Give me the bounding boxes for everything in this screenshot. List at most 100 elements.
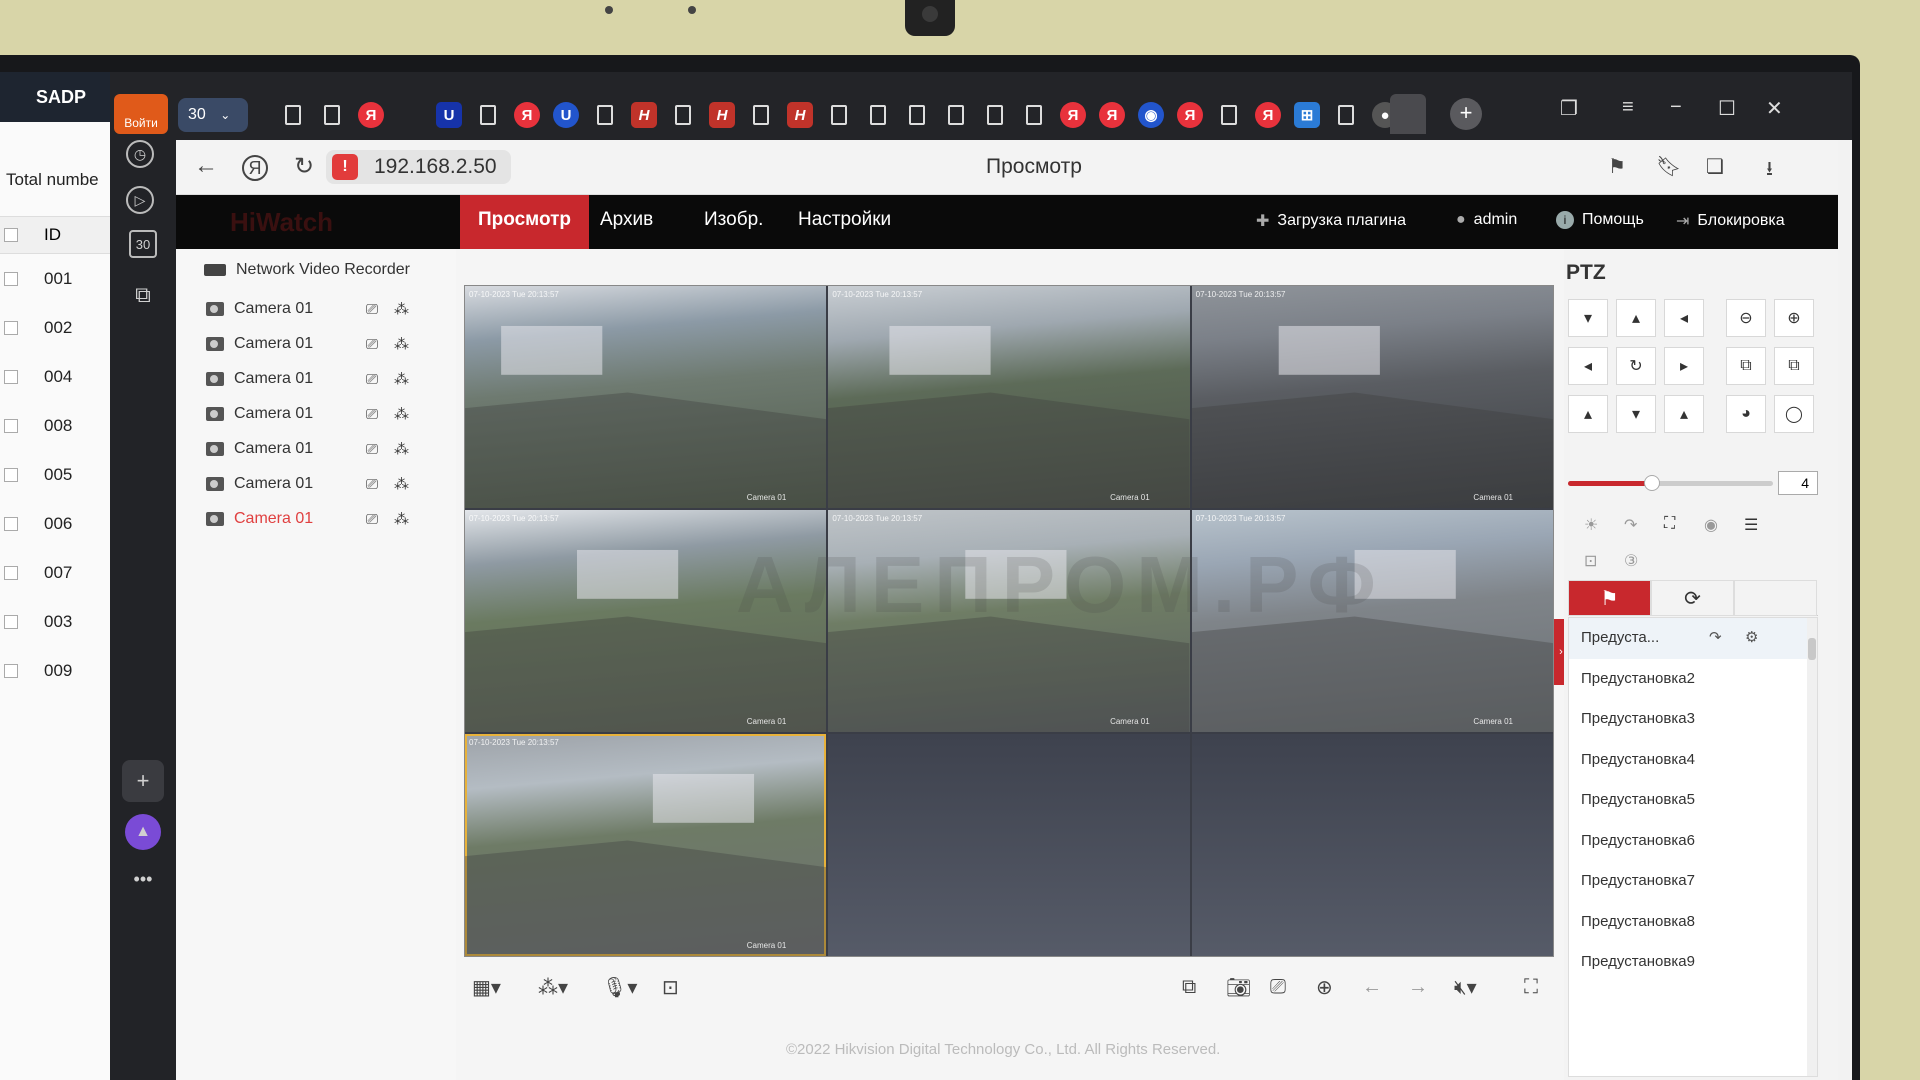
tab-windows-icon[interactable]: ⊞	[1294, 102, 1320, 128]
sadp-device-row[interactable]: 002	[0, 303, 110, 352]
video-tile[interactable]: 07-10-2023 Tue 20:13:57 Camera 01	[465, 734, 827, 956]
tab-document-icon[interactable]	[675, 105, 691, 125]
warning-icon[interactable]: !	[332, 154, 358, 180]
preset-item[interactable]: Предустановка2	[1569, 659, 1817, 700]
pan-up-icon[interactable]: ▴	[1616, 299, 1656, 337]
camera-item[interactable]: Camera 01 ⎚ ⁂	[206, 505, 426, 533]
help-link[interactable]: i Помощь	[1556, 211, 1644, 229]
play-icon[interactable]: ▷	[126, 186, 154, 214]
select-all-checkbox[interactable]	[4, 228, 18, 242]
rail-badge-icon[interactable]: 30	[129, 230, 157, 258]
extension-icon[interactable]: ⚑	[1608, 154, 1626, 179]
tab-presets[interactable]: ⚑	[1568, 580, 1651, 616]
next-icon[interactable]: →	[1408, 976, 1428, 999]
tab-document-icon[interactable]	[870, 105, 886, 125]
tab-document-icon[interactable]	[831, 105, 847, 125]
iris-open-icon[interactable]: ◕	[1726, 395, 1766, 433]
more-icon[interactable]: •••	[126, 862, 160, 896]
record-icon[interactable]: ⎚	[1270, 976, 1286, 999]
light-icon[interactable]: ☀	[1584, 515, 1598, 535]
bookmark-icon[interactable]: 🔖︎	[1656, 154, 1681, 179]
row-checkbox[interactable]	[4, 467, 18, 482]
record-icon[interactable]: ⎚	[366, 371, 378, 388]
preset-item[interactable]: Предуста... ↷ ⚙	[1569, 618, 1817, 659]
tab-patrol[interactable]: ⟳	[1651, 580, 1734, 616]
video-tile[interactable]: 07-10-2023 Tue 20:13:57 Camera 01	[828, 286, 1190, 508]
record-icon[interactable]: ⎚	[366, 336, 378, 353]
wiper-icon[interactable]: ↷	[1624, 515, 1637, 535]
sadp-device-row[interactable]: 005	[0, 450, 110, 499]
tab-archive[interactable]: Архив	[582, 195, 671, 249]
tab-document-icon[interactable]	[1026, 105, 1042, 125]
tab-h-icon[interactable]: H	[631, 102, 657, 128]
iris-close-icon[interactable]: ◯	[1774, 395, 1814, 433]
zoom-out-icon[interactable]: ⊖	[1726, 299, 1766, 337]
tab-document-icon[interactable]	[1338, 105, 1354, 125]
menu-icon[interactable]: ≡	[1622, 96, 1634, 119]
download-icon[interactable]: ⭳	[1766, 154, 1773, 188]
pan-down-icon[interactable]: ▾	[1616, 395, 1656, 433]
tab-document-icon[interactable]	[948, 105, 964, 125]
tab-yandex-icon[interactable]: Я	[1255, 102, 1281, 128]
row-checkbox[interactable]	[4, 369, 18, 384]
preset-item[interactable]: Предустановка8	[1569, 902, 1817, 943]
yandex-icon[interactable]: Я	[242, 155, 268, 181]
scroll-thumb[interactable]	[1808, 638, 1816, 660]
add-panel-icon[interactable]: +	[122, 760, 164, 802]
record-icon[interactable]: ⎚	[366, 441, 378, 458]
tab-yandex-icon[interactable]: Я	[1177, 102, 1203, 128]
tab-live-view[interactable]: Просмотр	[460, 195, 590, 249]
stream-icon[interactable]: ⁂	[394, 300, 409, 318]
maximize-icon[interactable]: ☐	[1718, 96, 1736, 121]
alice-icon[interactable]: ▲	[125, 814, 161, 850]
tab-document-icon[interactable]	[285, 105, 301, 125]
row-checkbox[interactable]	[4, 565, 18, 580]
sadp-device-row[interactable]: 007	[0, 548, 110, 597]
camera-item[interactable]: Camera 01 ⎚ ⁂	[206, 365, 426, 393]
ptz-speed-slider[interactable]	[1568, 475, 1773, 491]
volume-icon[interactable]: 🔇︎▾	[1454, 975, 1477, 1000]
microphone-icon[interactable]: 🎙︎▾	[602, 975, 637, 1000]
sadp-device-row[interactable]: 009	[0, 646, 110, 695]
minimize-icon[interactable]: −	[1670, 96, 1682, 119]
camera-item[interactable]: Camera 01 ⎚ ⁂	[206, 330, 426, 358]
close-icon[interactable]: ✕	[1766, 96, 1783, 121]
tab-blank-icon[interactable]	[397, 102, 423, 128]
preset-item[interactable]: Предустановка3	[1569, 699, 1817, 740]
zoom-icon[interactable]: ⊕	[1316, 975, 1333, 1000]
empty-video-tile[interactable]	[1191, 734, 1553, 956]
ptz-speed-value[interactable]: 4	[1778, 471, 1818, 495]
sadp-device-row[interactable]: 001	[0, 254, 110, 303]
new-tab-button[interactable]: +	[1450, 98, 1482, 130]
pan-down-right-icon[interactable]: ▴	[1664, 395, 1704, 433]
tab-document-icon[interactable]	[909, 105, 925, 125]
user-menu[interactable]: ● admin	[1456, 211, 1517, 229]
image-icon[interactable]: ⊡	[662, 975, 679, 1000]
stream-icon[interactable]: ⁂	[394, 510, 409, 528]
focus-frame-icon[interactable]: ⛶	[1664, 515, 1675, 533]
stream-icon[interactable]: ⁂▾	[538, 975, 568, 1000]
zoom-area-icon[interactable]: ⊡	[1584, 551, 1597, 571]
pan-left-icon[interactable]: ◂	[1568, 347, 1608, 385]
reader-icon[interactable]: ❏	[1706, 154, 1724, 179]
pan-up-right-icon[interactable]: ◂	[1664, 299, 1704, 337]
row-checkbox[interactable]	[4, 663, 18, 678]
3d-icon[interactable]: ③	[1624, 551, 1638, 571]
tab-document-icon[interactable]	[1221, 105, 1237, 125]
window-layout-icon[interactable]: ▦▾	[472, 975, 501, 1000]
record-icon[interactable]: ⎚	[366, 301, 378, 318]
camera-item[interactable]: Camera 01 ⎚ ⁂	[206, 470, 426, 498]
tab-pattern[interactable]	[1734, 580, 1817, 616]
record-icon[interactable]: ⎚	[366, 511, 378, 528]
tab-document-icon[interactable]	[480, 105, 496, 125]
focus-far-icon[interactable]: ⧉	[1774, 347, 1814, 385]
tab-h-icon[interactable]: H	[787, 102, 813, 128]
preset-item[interactable]: Предустановка9	[1569, 942, 1817, 983]
reload-icon[interactable]: ↻	[294, 152, 314, 181]
tab-image[interactable]: Изобр.	[686, 195, 781, 249]
tab-document-icon[interactable]	[753, 105, 769, 125]
tab-document-icon[interactable]	[324, 105, 340, 125]
preset-item[interactable]: Предустановка5	[1569, 780, 1817, 821]
stream-icon[interactable]: ⁂	[394, 475, 409, 493]
tab-document-icon[interactable]	[597, 105, 613, 125]
